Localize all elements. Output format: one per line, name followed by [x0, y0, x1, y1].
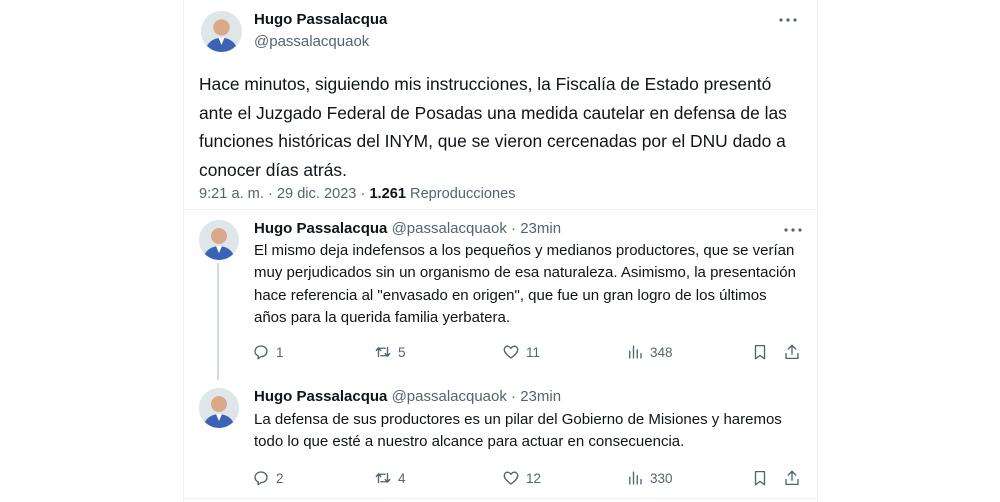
reply-text: El mismo deja indefensos a los pequeños …	[254, 242, 796, 327]
reply-author-name[interactable]: Hugo Passalacqua	[254, 220, 387, 237]
reply-more-options-button[interactable]	[782, 222, 804, 238]
tweet-text: Hace minutos, siguiendo mis instruccione…	[199, 74, 787, 180]
reply-header: Hugo Passalacqua @passalacquaok · 23min	[254, 388, 561, 405]
views-label: Reproducciones	[410, 186, 516, 202]
reply-avatar[interactable]	[199, 220, 239, 260]
tweet-date[interactable]: 29 dic. 2023	[277, 186, 357, 202]
share-button[interactable]	[783, 468, 801, 488]
more-options-button[interactable]	[777, 12, 799, 28]
views-button[interactable]: 330	[626, 468, 673, 488]
reply-author-handle[interactable]: @passalacquaok	[392, 388, 507, 405]
like-count: 12	[526, 470, 542, 486]
author-handle[interactable]: @passalacquaok	[254, 33, 369, 50]
meta-separator: ·	[360, 186, 366, 202]
share-icon	[785, 344, 799, 360]
reply-separator: ·	[511, 388, 517, 405]
reply-count: 2	[276, 470, 284, 486]
repost-button[interactable]: 4	[374, 468, 406, 488]
views-count: 330	[650, 470, 673, 486]
views-button[interactable]: 348	[626, 342, 673, 362]
reply-count: 1	[276, 344, 284, 360]
divider	[184, 498, 817, 499]
like-button[interactable]: 11	[502, 342, 540, 362]
author-avatar[interactable]	[201, 11, 242, 52]
share-button[interactable]	[783, 342, 801, 362]
thread-connector-line	[217, 263, 219, 380]
bookmark-button[interactable]	[751, 342, 769, 362]
views-count: 1.261	[369, 186, 406, 202]
more-horizontal-icon	[784, 228, 802, 232]
author-name[interactable]: Hugo Passalacqua	[254, 11, 387, 28]
like-count: 11	[526, 344, 541, 360]
repost-icon	[375, 346, 391, 358]
reply-button[interactable]: 2	[252, 468, 284, 488]
share-icon	[785, 470, 799, 486]
reply-text: La defensa de sus productores es un pila…	[254, 411, 782, 451]
like-button[interactable]: 12	[502, 468, 541, 488]
bookmark-button[interactable]	[751, 468, 769, 488]
meta-separator: ·	[267, 186, 273, 202]
repost-icon	[375, 472, 391, 484]
reply-age[interactable]: 23min	[520, 220, 561, 237]
reply-separator: ·	[511, 220, 517, 237]
tweet-meta: 9:21 a. m. · 29 dic. 2023 · 1.261 Reprod…	[199, 186, 516, 202]
reply-header: Hugo Passalacqua @passalacquaok · 23min	[254, 220, 561, 237]
reply-button[interactable]: 1	[252, 342, 284, 362]
repost-count: 4	[398, 470, 406, 486]
reply-avatar[interactable]	[199, 388, 239, 428]
bookmark-icon	[754, 470, 766, 486]
views-chart-icon	[629, 345, 642, 359]
reply-icon	[254, 345, 268, 360]
tweet-time[interactable]: 9:21 a. m.	[199, 186, 264, 202]
divider	[184, 209, 817, 210]
views-chart-icon	[629, 471, 642, 485]
reply-author-name[interactable]: Hugo Passalacqua	[254, 388, 387, 405]
bookmark-icon	[754, 344, 766, 360]
reply-icon	[254, 471, 268, 486]
heart-icon	[503, 471, 519, 485]
reply-author-handle[interactable]: @passalacquaok	[392, 220, 507, 237]
repost-button[interactable]: 5	[374, 342, 406, 362]
heart-icon	[503, 345, 519, 359]
reply-age[interactable]: 23min	[520, 388, 561, 405]
repost-count: 5	[398, 344, 406, 360]
views-count: 348	[650, 344, 673, 360]
more-horizontal-icon	[779, 18, 797, 22]
